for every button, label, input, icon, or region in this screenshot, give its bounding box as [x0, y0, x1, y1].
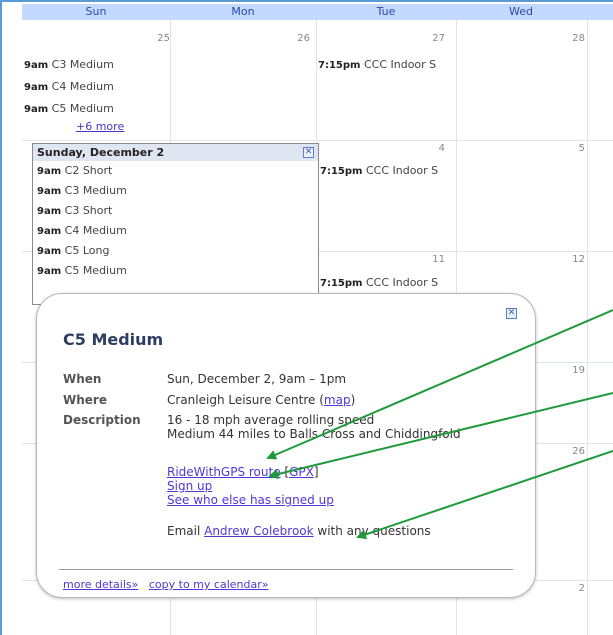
email-prefix: Email: [167, 524, 205, 538]
where-close-paren: ): [350, 393, 356, 407]
event-title: CCC Indoor S: [365, 276, 439, 289]
day-number-2: 2: [578, 583, 585, 594]
description-line-2: Medium 44 miles to Balls Cross and Chidd…: [167, 427, 461, 441]
dow-sun: Sun: [85, 5, 107, 18]
event-chip[interactable]: 7:15pm CCC Indoor S: [320, 164, 443, 179]
event-chip[interactable]: 9am C2 Short: [33, 161, 318, 181]
where-text: Cranleigh Leisure Centre (: [167, 393, 324, 407]
ridewithgps-route-link[interactable]: RideWithGPS route: [167, 465, 281, 479]
gpx-open-bracket: [: [280, 465, 290, 479]
event-time: 9am: [37, 266, 62, 277]
event-title: C3 Short: [64, 204, 113, 217]
day-number-5: 5: [578, 143, 585, 154]
event-title: CCC Indoor S: [363, 58, 437, 71]
grid-row-divider: [22, 140, 613, 141]
event-title: CCC Indoor S: [365, 164, 439, 177]
day-number-12: 12: [572, 254, 585, 265]
event-chip[interactable]: 9am C5 Medium: [24, 102, 169, 117]
more-details-link[interactable]: more details»: [63, 578, 138, 591]
event-time: 7:15pm: [320, 166, 363, 177]
copy-to-calendar-link[interactable]: copy to my calendar»: [149, 578, 269, 591]
signup-row: Sign up: [167, 479, 212, 493]
day-number-26: 26: [297, 33, 310, 44]
event-title: C4 Medium: [64, 224, 127, 237]
event-title: C5 Medium: [64, 264, 127, 277]
more-events-link[interactable]: +6 more: [76, 120, 124, 133]
see-signed-up-row: See who else has signed up: [167, 493, 334, 507]
event-title: C5 Long: [64, 244, 110, 257]
event-time: 9am: [37, 206, 62, 217]
event-chip[interactable]: 9am C3 Medium: [24, 58, 169, 73]
contact-link[interactable]: Andrew Colebrook: [204, 524, 313, 538]
event-time: 7:15pm: [320, 278, 363, 289]
email-row: Email Andrew Colebrook with any question…: [167, 524, 431, 538]
email-suffix: with any questions: [313, 524, 431, 538]
day-number-28: 28: [572, 33, 585, 44]
day-number-4: 4: [438, 143, 445, 154]
event-chip[interactable]: 9am C5 Medium: [33, 261, 318, 281]
day-number-26: 26: [572, 446, 585, 457]
gpx-close-bracket: ]: [313, 465, 319, 479]
event-chip[interactable]: 9am C4 Medium: [24, 80, 169, 95]
where-value: Cranleigh Leisure Centre (map): [167, 393, 355, 407]
close-icon[interactable]: ✕: [506, 308, 517, 319]
event-title: C3 Medium: [51, 58, 114, 71]
event-details-bubble: ✕ C5 Medium When Sun, December 2, 9am – …: [36, 293, 536, 598]
when-label: When: [63, 372, 102, 386]
bubble-divider: [59, 569, 513, 570]
dow-wed: Wed: [509, 5, 533, 18]
event-time: 9am: [37, 166, 62, 177]
bubble-footer-links: more details» copy to my calendar»: [63, 578, 268, 591]
sign-up-link[interactable]: Sign up: [167, 479, 212, 493]
day-events-popup: Sunday, December 2 ✕ 9am C2 Short 9am C3…: [32, 143, 319, 305]
event-chip[interactable]: 9am C4 Medium: [33, 221, 318, 241]
event-time: 9am: [37, 226, 62, 237]
day-number-11: 11: [432, 254, 445, 265]
dow-tue: Tue: [376, 5, 396, 18]
day-number-25: 25: [157, 33, 170, 44]
grid-col-divider: [587, 20, 588, 635]
event-title: C3 Medium: [64, 184, 127, 197]
dow-mon: Mon: [231, 5, 255, 18]
event-title: C5 Medium: [51, 102, 114, 115]
event-time: 7:15pm: [318, 60, 361, 71]
gpx-link[interactable]: GPX: [289, 465, 314, 479]
event-chip[interactable]: 7:15pm CCC Indoor S: [320, 276, 443, 291]
event-time: 9am: [37, 246, 62, 257]
event-time: 9am: [24, 104, 49, 115]
description-line-1: 16 - 18 mph average rolling speed: [167, 413, 375, 427]
event-chip[interactable]: 7:15pm CCC Indoor S: [318, 58, 443, 73]
map-link[interactable]: map: [324, 393, 351, 407]
when-value: Sun, December 2, 9am – 1pm: [167, 372, 347, 386]
see-who-signed-up-link[interactable]: See who else has signed up: [167, 493, 334, 507]
event-time: 9am: [37, 186, 62, 197]
description-label: Description: [63, 413, 141, 427]
day-of-week-header: Sun Mon Tue Wed: [22, 4, 613, 20]
day-popup-title: Sunday, December 2: [37, 146, 165, 159]
day-popup-header: Sunday, December 2 ✕: [33, 144, 318, 161]
event-time: 9am: [24, 60, 49, 71]
day-number-19: 19: [572, 365, 585, 376]
where-label: Where: [63, 393, 107, 407]
event-time: 9am: [24, 82, 49, 93]
event-chip[interactable]: 9am C3 Medium: [33, 181, 318, 201]
event-title-heading: C5 Medium: [63, 330, 164, 349]
event-chip[interactable]: 9am C5 Long: [33, 241, 318, 261]
route-links: RideWithGPS route [GPX]: [167, 465, 319, 479]
event-chip[interactable]: 9am C3 Short: [33, 201, 318, 221]
close-icon[interactable]: ✕: [303, 147, 314, 158]
event-title: C4 Medium: [51, 80, 114, 93]
event-title: C2 Short: [64, 164, 113, 177]
day-number-27: 27: [432, 33, 445, 44]
